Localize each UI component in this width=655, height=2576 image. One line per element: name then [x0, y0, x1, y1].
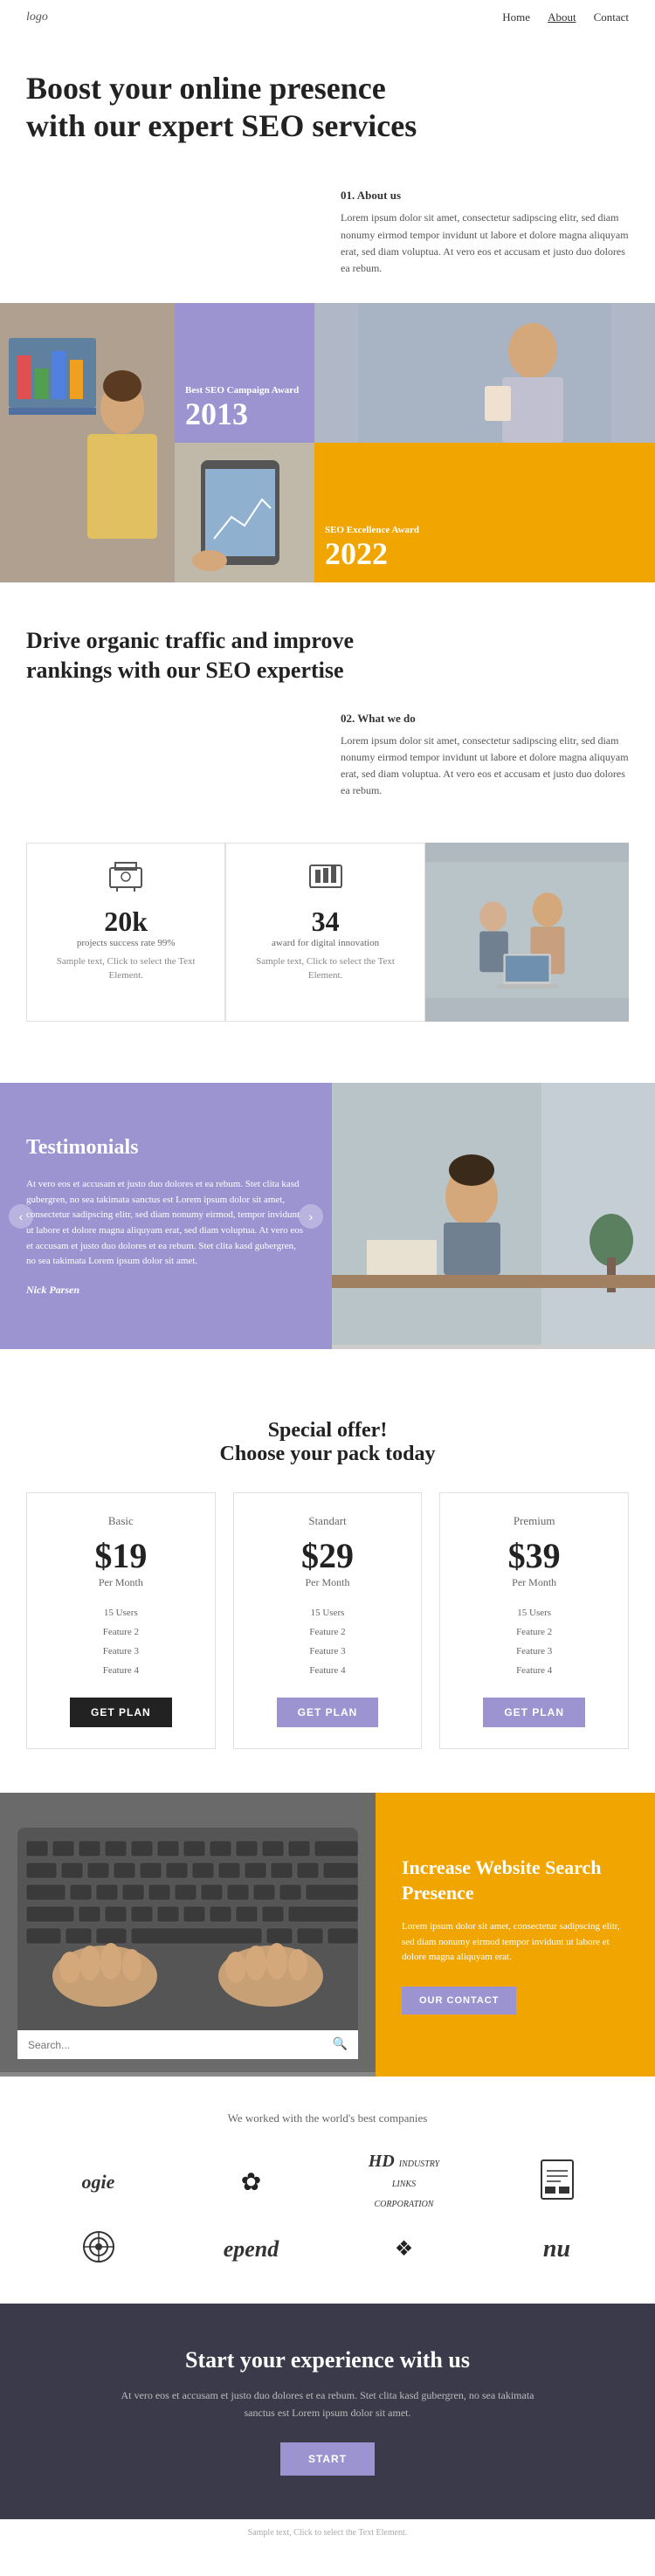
about-text: 01. About us Lorem ipsum dolor sit amet,…	[341, 189, 629, 277]
stat-team-photo	[425, 843, 629, 1022]
search-input[interactable]	[28, 2039, 333, 2051]
plan-basic-price: $19	[41, 1535, 201, 1576]
cta-section: Start your experience with us At vero eo…	[0, 2304, 655, 2518]
stat2-number: 34	[240, 906, 410, 938]
about-label: 01. About us	[341, 189, 629, 203]
pricing-section: Special offer! Choose your pack today Ba…	[0, 1375, 655, 1793]
pricing-cards: Basic $19 Per Month 15 UsersFeature 2Fea…	[26, 1492, 629, 1749]
what-we-do-label: 02. What we do	[341, 712, 629, 726]
plan-premium-btn[interactable]: GET PLAN	[483, 1698, 585, 1727]
testimonial-prev-button[interactable]: ‹	[9, 1204, 33, 1229]
hero-heading: Boost your online presence with our expe…	[26, 70, 463, 145]
partners-label: We worked with the world's best companie…	[26, 2111, 629, 2125]
partner-logo-hd: HD INDUSTRYLINKSCORPORATION	[369, 2152, 440, 2212]
plan-standart-price: $29	[248, 1535, 408, 1576]
plan-premium-price: $39	[454, 1535, 614, 1576]
our-contact-button[interactable]: OUR CONTACT	[402, 1987, 516, 2015]
testimonial-next-button[interactable]: ›	[299, 1204, 323, 1229]
plan-basic-name: Basic	[41, 1514, 201, 1528]
testimonials-section: Testimonials At vero eos et accusam et j…	[0, 1083, 655, 1349]
plan-standart-btn[interactable]: GET PLAN	[277, 1698, 379, 1727]
plan-premium-name: Premium	[454, 1514, 614, 1528]
award2-label: SEO Excellence Award	[325, 525, 645, 535]
traffic-section: Drive organic traffic and improve rankin…	[0, 582, 655, 1057]
award1-label: Best SEO Campaign Award	[185, 385, 304, 396]
pricing-heading: Special offer! Choose your pack today	[26, 1419, 629, 1466]
image-grid: Best SEO Campaign Award 2013 SEO Excelle…	[0, 303, 655, 582]
nav-home[interactable]: Home	[502, 10, 530, 24]
plan-basic-btn[interactable]: GET PLAN	[70, 1698, 172, 1727]
plan-basic-period: Per Month	[41, 1576, 201, 1589]
partner-logo-nu: nu	[543, 2235, 570, 2263]
partner-logo-doc	[540, 2159, 575, 2205]
plan-standart-period: Per Month	[248, 1576, 408, 1589]
pricing-card-premium: Premium $39 Per Month 15 UsersFeature 2F…	[439, 1492, 629, 1749]
about-section: 01. About us Lorem ipsum dolor sit amet,…	[0, 171, 655, 303]
grid-award1: Best SEO Campaign Award 2013	[175, 303, 314, 443]
stat1-icon	[41, 861, 210, 899]
plan-standart-features: 15 UsersFeature 2Feature 3Feature 4	[248, 1603, 408, 1680]
pricing-card-basic: Basic $19 Per Month 15 UsersFeature 2Fea…	[26, 1492, 216, 1749]
testimonials-right-photo	[332, 1083, 655, 1349]
partner-logo-epend: epend	[224, 2236, 279, 2263]
nav-contact[interactable]: Contact	[594, 10, 629, 24]
plan-premium-period: Per Month	[454, 1576, 614, 1589]
award2-year: 2022	[325, 535, 645, 572]
search-presence-heading: Increase Website Search Presence	[402, 1856, 629, 1905]
search-right-content: Increase Website Search Presence Lorem i…	[376, 1793, 655, 2077]
what-we-do: 02. What we do Lorem ipsum dolor sit ame…	[26, 712, 629, 826]
pricing-card-standart: Standart $29 Per Month 15 UsersFeature 2…	[233, 1492, 423, 1749]
partner-logo-dots: ❖	[395, 2236, 414, 2262]
testimonials-heading: Testimonials	[26, 1136, 306, 1160]
what-we-do-paragraph: Lorem ipsum dolor sit amet, consectetur …	[341, 733, 629, 800]
partner-logo-ogie: ogie	[82, 2171, 115, 2194]
search-left-photo: 🔍	[0, 1793, 376, 2077]
stat2-text: Sample text, Click to select the Text El…	[240, 955, 410, 982]
nav-about[interactable]: About	[548, 10, 576, 24]
stat1-desc: projects success rate 99%	[41, 938, 210, 948]
stat1-number: 20k	[41, 906, 210, 938]
stat2-icon	[240, 861, 410, 899]
stats-row: 20k projects success rate 99% Sample tex…	[26, 843, 629, 1022]
stat-box-1: 20k projects success rate 99% Sample tex…	[26, 843, 225, 1022]
traffic-heading: Drive organic traffic and improve rankin…	[26, 626, 393, 685]
grid-tablet-photo	[175, 443, 314, 582]
grid-award2: SEO Excellence Award 2022	[314, 443, 655, 582]
plan-standart-name: Standart	[248, 1514, 408, 1528]
search-presence-text: Lorem ipsum dolor sit amet, consectetur …	[402, 1919, 629, 1966]
start-button[interactable]: START	[280, 2442, 375, 2476]
search-presence-section: 🔍 Increase Website Search Presence Lorem…	[0, 1793, 655, 2077]
logo: logo	[26, 10, 48, 24]
search-icon: 🔍	[333, 2037, 348, 2052]
partners-grid: ogie ✿ HD INDUSTRYLINKSCORPORATION epend	[26, 2152, 629, 2269]
grid-person-photo	[314, 303, 655, 443]
stat2-desc: award for digital innovation	[240, 938, 410, 948]
testimonial-text: At vero eos et accusam et justo duo dolo…	[26, 1177, 306, 1270]
about-paragraph: Lorem ipsum dolor sit amet, consectetur …	[341, 210, 629, 277]
cta-heading: Start your experience with us	[26, 2347, 629, 2373]
partners-section: We worked with the world's best companie…	[0, 2077, 655, 2304]
plan-basic-features: 15 UsersFeature 2Feature 3Feature 4	[41, 1603, 201, 1680]
hero-section: Boost your online presence with our expe…	[0, 35, 655, 171]
grid-woman-photo	[0, 303, 175, 582]
partner-logo-circle	[81, 2229, 116, 2269]
partner-logo-flower: ✿	[241, 2167, 261, 2197]
stat1-text: Sample text, Click to select the Text El…	[41, 955, 210, 982]
cta-text: At vero eos et accusam et justo duo dolo…	[109, 2387, 546, 2421]
testimonial-author: Nick Parsen	[26, 1284, 306, 1297]
stat-box-2: 34 award for digital innovation Sample t…	[225, 843, 424, 1022]
plan-premium-features: 15 UsersFeature 2Feature 3Feature 4	[454, 1603, 614, 1680]
search-bar-overlay: 🔍	[17, 2030, 358, 2059]
testimonials-left: Testimonials At vero eos et accusam et j…	[0, 1083, 332, 1349]
what-we-do-text: 02. What we do Lorem ipsum dolor sit ame…	[341, 712, 629, 800]
nav-links: Home About Contact	[502, 10, 629, 24]
navbar: logo Home About Contact	[0, 0, 655, 35]
award1-year: 2013	[185, 396, 304, 432]
footer-note: Sample text, Click to select the Text El…	[0, 2519, 655, 2546]
